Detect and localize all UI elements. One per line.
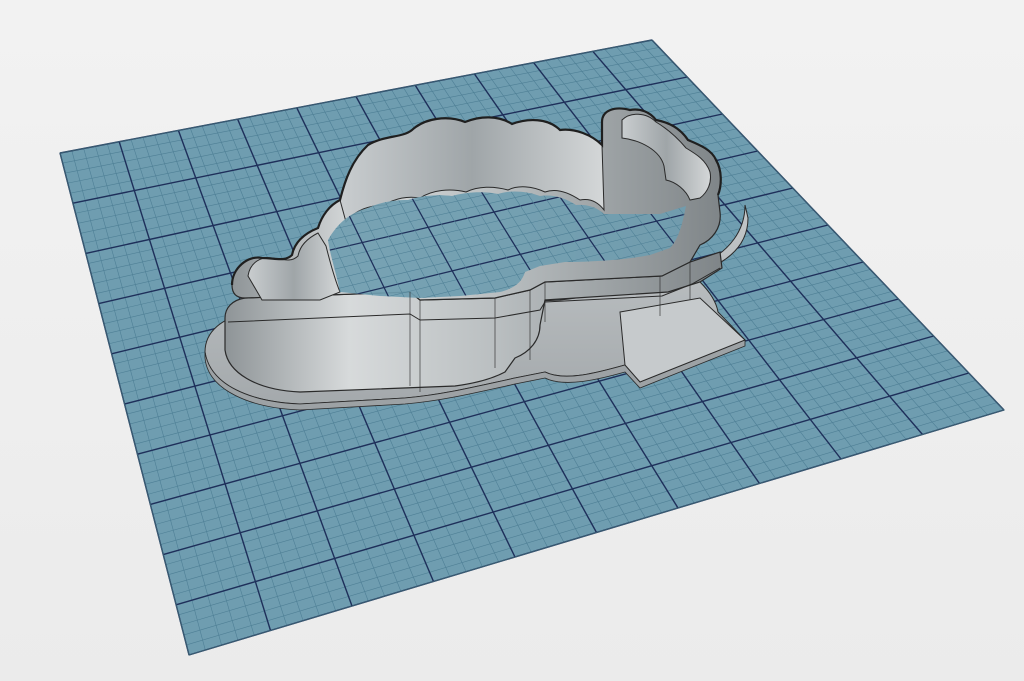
3d-viewport[interactable]	[0, 0, 1024, 681]
scene-canvas[interactable]	[0, 0, 1024, 681]
